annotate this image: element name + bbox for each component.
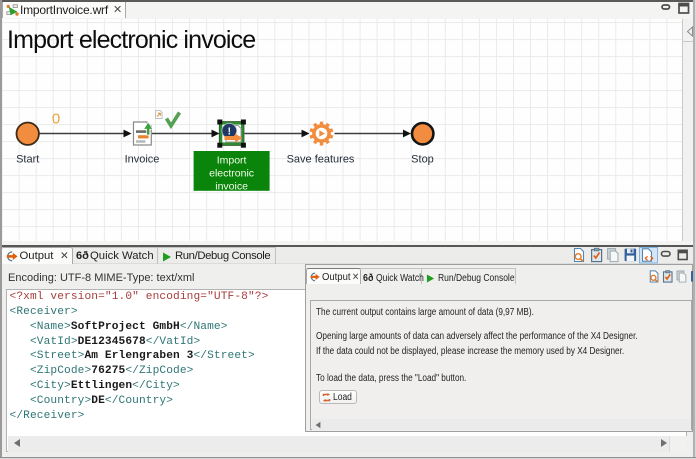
svg-text:!: ! <box>228 127 231 138</box>
svg-text:Start: Start <box>16 154 39 166</box>
svg-text:Invoice: Invoice <box>125 154 160 166</box>
svg-text:0: 0 <box>52 111 60 128</box>
svg-text:Import: Import <box>217 154 247 166</box>
svg-text:Save features: Save features <box>287 154 355 166</box>
svg-text:invoice: invoice <box>215 180 248 192</box>
svg-text:Stop: Stop <box>411 154 434 166</box>
svg-text:electronic: electronic <box>209 167 254 179</box>
